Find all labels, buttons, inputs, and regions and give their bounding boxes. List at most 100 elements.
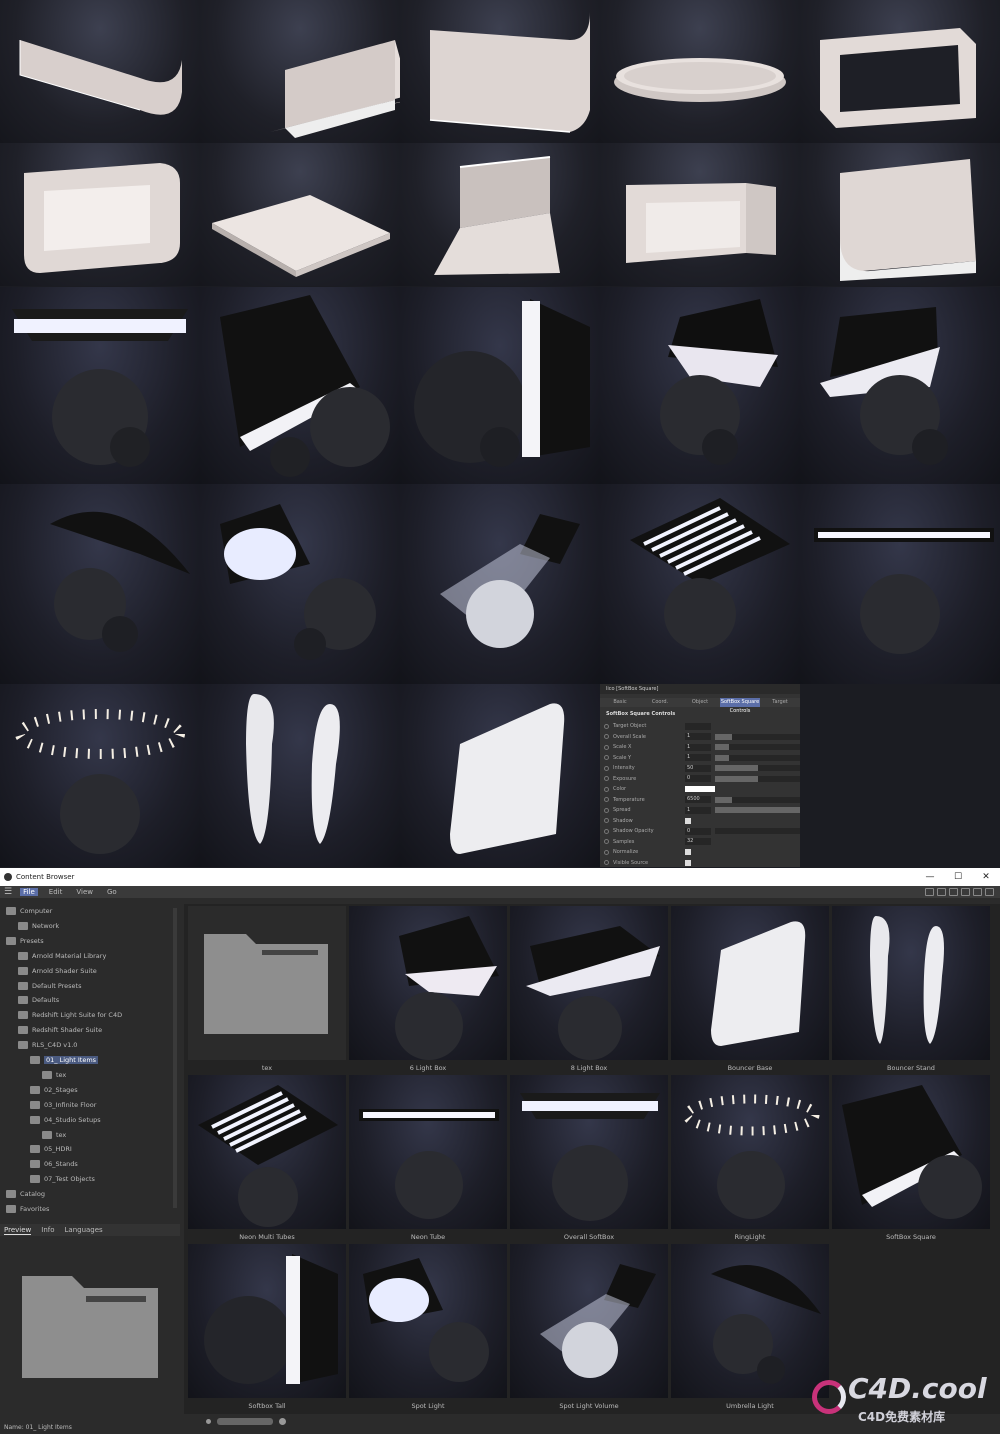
animate-dot-icon[interactable] — [604, 860, 609, 866]
tree-item[interactable]: Network — [18, 919, 59, 933]
tree-item[interactable]: 02_Stages — [30, 1083, 78, 1097]
animate-dot-icon[interactable] — [604, 744, 609, 750]
tree-item[interactable]: 05_HDRI — [30, 1142, 72, 1156]
animate-dot-icon[interactable] — [604, 839, 609, 845]
item-tile[interactable]: SoftBox Square — [832, 1075, 990, 1241]
attribute-value[interactable]: 1 — [685, 743, 711, 751]
item-tile[interactable]: Neon Multi Tubes — [188, 1075, 346, 1241]
animate-dot-icon[interactable] — [604, 828, 609, 834]
tree-item[interactable]: Favorites — [6, 1202, 49, 1216]
animate-dot-icon[interactable] — [604, 755, 609, 761]
tree-item[interactable]: Catalog — [6, 1187, 45, 1201]
item-tile[interactable]: Spot Light — [349, 1244, 507, 1410]
attribute-slider[interactable] — [715, 765, 800, 772]
tree-item[interactable]: Defaults — [18, 993, 59, 1007]
tree-item[interactable]: Redshift Light Suite for C4D — [18, 1008, 122, 1022]
tree-item[interactable]: 03_Infinite Floor — [30, 1098, 96, 1112]
hamburger-icon[interactable]: ☰ — [4, 887, 12, 897]
animate-dot-icon[interactable] — [604, 807, 609, 813]
tree-item[interactable]: 07_Test Objects — [30, 1172, 95, 1186]
attribute-checkbox[interactable] — [685, 817, 691, 824]
maximize-button[interactable]: ☐ — [944, 872, 972, 882]
light-spot-volume — [400, 484, 600, 684]
animate-dot-icon[interactable] — [604, 765, 609, 771]
tab-preview[interactable]: Preview — [4, 1226, 32, 1235]
attribute-value[interactable]: 1 — [685, 754, 711, 762]
grid-icon[interactable] — [937, 888, 946, 896]
tree-item[interactable]: Arnold Material Library — [18, 949, 106, 963]
item-tile[interactable]: Bouncer Stand — [832, 906, 990, 1072]
item-tile[interactable]: 8 Light Box — [510, 906, 668, 1072]
back-arrow-icon[interactable] — [985, 888, 994, 896]
attribute-value[interactable]: 0 — [685, 827, 711, 835]
animate-dot-icon[interactable] — [604, 786, 609, 792]
item-tile[interactable]: Neon Tube — [349, 1075, 507, 1241]
attribute-slider[interactable] — [715, 754, 800, 761]
close-button[interactable]: ✕ — [972, 872, 1000, 882]
tree-item[interactable]: 06_Stands — [30, 1157, 78, 1171]
attribute-slider[interactable] — [715, 828, 800, 835]
animate-dot-icon[interactable] — [604, 849, 609, 855]
attribute-checkbox[interactable] — [685, 859, 691, 866]
attribute-slider[interactable] — [715, 796, 800, 803]
animate-dot-icon[interactable] — [604, 797, 609, 803]
zoom-track[interactable] — [217, 1418, 273, 1425]
item-tile[interactable]: Bouncer Base — [671, 906, 829, 1072]
tree-item[interactable]: tex — [42, 1128, 66, 1142]
animate-dot-icon[interactable] — [604, 723, 609, 729]
item-tile[interactable]: 6 Light Box — [349, 906, 507, 1072]
color-swatch[interactable] — [685, 786, 715, 793]
layout-icon[interactable] — [925, 888, 934, 896]
tree-item[interactable]: 01_ Light Items — [30, 1053, 99, 1067]
attr-tab-softbox-controls[interactable]: SoftBox Square Controls — [720, 698, 760, 714]
tree-item[interactable]: Computer — [6, 904, 52, 918]
item-tile[interactable]: Overall SoftBox — [510, 1075, 668, 1241]
attribute-value[interactable]: 1 — [685, 733, 711, 741]
home-icon[interactable] — [949, 888, 958, 896]
attr-tab-object[interactable]: Object — [680, 698, 720, 707]
item-tile[interactable]: RingLight — [671, 1075, 829, 1241]
attr-tab-coord[interactable]: Coord. — [640, 698, 680, 707]
zoom-slider[interactable] — [206, 1418, 286, 1425]
attribute-value[interactable]: 50 — [685, 764, 711, 772]
attribute-value[interactable]: 1 — [685, 806, 711, 814]
tree-scrollbar[interactable] — [173, 908, 177, 1208]
item-tile[interactable]: tex — [188, 906, 346, 1072]
zoom-out-icon[interactable] — [206, 1419, 211, 1424]
attribute-value[interactable]: 0 — [685, 775, 711, 783]
watermark-sub: C4D免费素材库 — [858, 1410, 946, 1424]
up-arrow-icon[interactable] — [973, 888, 982, 896]
attribute-value[interactable]: 6500 — [685, 796, 711, 804]
tree-item[interactable]: RLS_C4D v1.0 — [18, 1038, 77, 1052]
animate-dot-icon[interactable] — [604, 734, 609, 740]
item-tile[interactable]: Spot Light Volume — [510, 1244, 668, 1410]
menu-go[interactable]: Go — [104, 888, 120, 896]
menu-edit[interactable]: Edit — [46, 888, 66, 896]
tab-info[interactable]: Info — [41, 1226, 54, 1234]
attribute-slider[interactable] — [715, 733, 800, 740]
attribute-slider[interactable] — [715, 744, 800, 751]
tree-item[interactable]: Default Presets — [18, 979, 81, 993]
animate-dot-icon[interactable] — [604, 776, 609, 782]
attribute-value[interactable] — [685, 722, 711, 730]
menu-view[interactable]: View — [73, 888, 96, 896]
tree-item[interactable]: Presets — [6, 934, 44, 948]
item-tile[interactable]: Umbrella Light — [671, 1244, 829, 1410]
tree-item[interactable]: 04_Studio Setups — [30, 1113, 101, 1127]
attribute-checkbox[interactable] — [685, 849, 691, 856]
item-tile[interactable]: Softbox Tall — [188, 1244, 346, 1410]
zoom-in-icon[interactable] — [279, 1418, 286, 1425]
minimize-button[interactable]: — — [916, 872, 944, 882]
star-icon[interactable] — [961, 888, 970, 896]
attribute-slider[interactable] — [715, 775, 800, 782]
attribute-value[interactable]: 32 — [685, 838, 711, 846]
tree-item[interactable]: Redshift Shader Suite — [18, 1023, 102, 1037]
tree-item[interactable]: tex — [42, 1068, 66, 1082]
menu-file[interactable]: File — [20, 888, 38, 896]
animate-dot-icon[interactable] — [604, 818, 609, 824]
tab-languages[interactable]: Languages — [65, 1226, 103, 1234]
tree-item[interactable]: Arnold Shader Suite — [18, 964, 97, 978]
attr-tab-target[interactable]: Target — [760, 698, 800, 707]
attribute-slider[interactable] — [715, 807, 800, 814]
attr-tab-basic[interactable]: Basic — [600, 698, 640, 707]
